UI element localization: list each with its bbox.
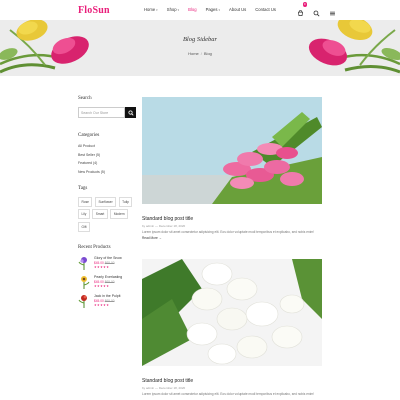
header-icons: 0 xyxy=(297,2,336,17)
tag-item[interactable]: Tulip xyxy=(118,196,133,207)
nav-item-about[interactable]: About Us xyxy=(229,7,246,12)
post-title[interactable]: Standard blog post title xyxy=(142,378,322,384)
categories-heading: Categories xyxy=(78,133,100,138)
old-price: $65.00 xyxy=(104,279,115,284)
search-icon xyxy=(127,109,134,116)
tag-item[interactable]: Smart xyxy=(92,209,108,219)
rating-stars: ★★★★★ xyxy=(94,284,110,288)
tag-item[interactable]: Gift xyxy=(78,221,90,232)
page-banner: Blog Sidebar HomeBlog xyxy=(0,20,400,76)
menu-icon[interactable] xyxy=(329,4,336,16)
post-image-tulips[interactable] xyxy=(142,97,322,204)
nav-label: About Us xyxy=(229,7,247,12)
rating-stars: ★★★★★ xyxy=(94,265,110,269)
tag-item[interactable]: Sunflower xyxy=(94,196,117,207)
sale-price: $45.00 xyxy=(94,298,104,303)
rating-stars: ★★★★★ xyxy=(94,303,110,307)
search-icon[interactable] xyxy=(313,4,320,17)
chevron-down-icon: ▾ xyxy=(218,7,221,12)
category-item[interactable]: All Product xyxy=(78,144,136,148)
breadcrumb-home[interactable]: Home xyxy=(188,51,199,56)
nav-item-contact[interactable]: Contact Us xyxy=(255,7,276,12)
sale-price: $45.00 xyxy=(94,279,104,284)
tag-item[interactable]: Modern xyxy=(110,209,129,219)
page-title: Blog Sidebar xyxy=(182,36,218,43)
tag-cloud: Rose Sunflower Tulip Lily Smart Modern G… xyxy=(78,196,138,232)
product-name[interactable]: Jack in the Pulpit xyxy=(94,294,120,298)
sale-price: $45.00 xyxy=(94,260,104,265)
site-logo[interactable]: FloSun xyxy=(78,5,110,16)
breadcrumb: HomeBlog xyxy=(0,51,400,56)
recent-product-item[interactable]: Glory of the Snow $45.00$65.00 ★★★★★ xyxy=(78,256,136,270)
recent-product-item[interactable]: Jack in the Pulpit $45.00$65.00 ★★★★★ xyxy=(78,294,136,308)
blog-post-card: Standard blog post title by admin — Dece… xyxy=(142,97,322,240)
product-thumbnail[interactable] xyxy=(78,275,90,289)
nav-item-shop[interactable]: Shop ▾ xyxy=(167,7,179,12)
category-item[interactable]: Featured (4) xyxy=(78,161,136,165)
tag-item[interactable]: Rose xyxy=(78,196,93,207)
search-input[interactable]: Search Our Store xyxy=(78,107,125,118)
breadcrumb-current: Blog xyxy=(199,51,212,56)
tags-heading: Tags xyxy=(78,185,88,191)
post-title[interactable]: Standard blog post title xyxy=(142,216,322,222)
read-more-link[interactable]: Read More → xyxy=(142,236,322,240)
blog-post-card: Standard blog post title by admin — Dece… xyxy=(142,259,322,397)
product-thumbnail[interactable] xyxy=(78,294,90,308)
search-button[interactable] xyxy=(125,107,136,118)
nav-item-home[interactable]: Home ▾ xyxy=(144,7,158,12)
product-price: $45.00$65.00 xyxy=(94,280,122,284)
recent-products-heading: Recent Products xyxy=(78,244,111,250)
post-excerpt: Lorem ipsum dolor sit amet consectetur a… xyxy=(142,392,315,396)
product-name[interactable]: Glory of the Snow xyxy=(94,256,122,260)
post-meta: by admin — December 18, 2020 xyxy=(142,386,186,390)
category-item[interactable]: New Products (5) xyxy=(78,170,136,174)
old-price: $65.00 xyxy=(104,260,115,265)
search-widget: Search Our Store xyxy=(78,107,136,118)
chevron-down-icon: ▾ xyxy=(177,7,180,12)
nav-label: Pages xyxy=(205,7,218,12)
cart-count-badge: 0 xyxy=(302,2,307,7)
search-heading: Search xyxy=(78,96,92,101)
blog-sidebar: Search Search Our Store Categories All P… xyxy=(78,96,136,313)
main-nav: Home ▾ Shop ▾ Blog Pages ▾ About Us Contact… xyxy=(144,7,276,12)
product-price: $45.00$65.00 xyxy=(94,299,120,303)
post-image-roses[interactable] xyxy=(142,259,322,366)
nav-label: Shop xyxy=(166,7,177,12)
nav-label: Blog xyxy=(188,7,197,12)
recent-products-list: Glory of the Snow $45.00$65.00 ★★★★★ Pea… xyxy=(78,256,136,308)
banner-flowers-illustration xyxy=(0,20,400,74)
nav-item-pages[interactable]: Pages ▾ xyxy=(206,7,220,12)
old-price: $65.00 xyxy=(104,298,115,303)
cart-icon[interactable]: 0 xyxy=(297,2,307,16)
product-thumbnail[interactable] xyxy=(78,256,90,270)
chevron-down-icon: ▾ xyxy=(156,7,158,12)
category-item[interactable]: Best Seller (5) xyxy=(78,153,136,157)
category-list: All Product Best Seller (5) Featured (4)… xyxy=(78,144,136,174)
nav-label: Contact Us xyxy=(255,7,276,12)
product-name[interactable]: Pearly Everlasting xyxy=(94,275,122,279)
post-excerpt: Lorem ipsum dolor sit amet consectetur a… xyxy=(142,230,315,234)
post-meta: by admin — December 18, 2020 xyxy=(142,224,186,228)
site-header: FloSun Home ▾ Shop ▾ Blog Pages ▾ About Us … xyxy=(0,0,400,20)
nav-label: Home xyxy=(144,7,156,12)
recent-product-item[interactable]: Pearly Everlasting $45.00$65.00 ★★★★★ xyxy=(78,275,136,289)
nav-item-blog[interactable]: Blog xyxy=(188,7,196,12)
product-price: $45.00$65.00 xyxy=(94,261,122,265)
tag-item[interactable]: Lily xyxy=(78,209,90,219)
